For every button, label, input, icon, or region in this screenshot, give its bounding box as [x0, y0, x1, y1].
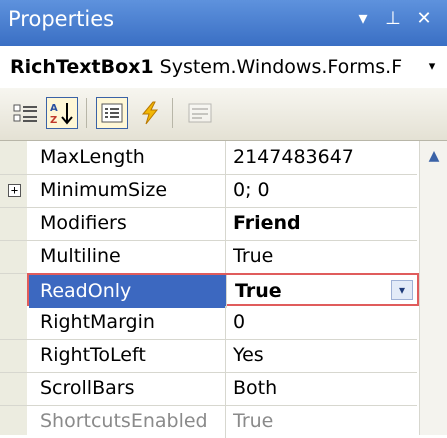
- property-pages-button[interactable]: [184, 97, 216, 129]
- events-icon: [141, 101, 159, 125]
- column-divider: [225, 174, 226, 207]
- object-selector-arrow[interactable]: ▾: [423, 52, 441, 82]
- properties-button[interactable]: [96, 97, 128, 129]
- property-row-maxlength[interactable]: MaxLength 2147483647: [0, 141, 417, 175]
- property-value[interactable]: True: [233, 405, 413, 438]
- property-name: RightMargin: [40, 311, 155, 333]
- column-divider: [225, 372, 226, 405]
- property-value[interactable]: Both: [233, 372, 413, 405]
- property-value[interactable]: 2147483647: [233, 141, 413, 174]
- property-row-righttoleft[interactable]: RightToLeft Yes: [0, 339, 417, 373]
- pin-icon[interactable]: ⊥: [382, 4, 404, 34]
- toolbar-separator: [172, 98, 173, 128]
- property-name: Modifiers: [40, 212, 127, 234]
- column-divider: [225, 240, 226, 273]
- events-button[interactable]: [134, 97, 166, 129]
- column-divider: [225, 405, 226, 438]
- property-name: RightToLeft: [40, 344, 146, 366]
- property-value[interactable]: 0: [233, 306, 413, 339]
- property-row-modifiers[interactable]: Modifiers Friend: [0, 207, 417, 241]
- property-row-scrollbars[interactable]: ScrollBars Both: [0, 372, 417, 406]
- categorized-button[interactable]: [10, 97, 42, 129]
- categorized-icon: [13, 104, 37, 122]
- object-selector-text[interactable]: RichTextBox1 System.Windows.Forms.F: [10, 52, 426, 82]
- column-divider: [225, 141, 226, 174]
- property-value[interactable]: 0; 0: [233, 174, 413, 207]
- column-divider: [226, 275, 227, 308]
- property-grid: MaxLength 2147483647 + MinimumSize 0; 0 …: [0, 141, 447, 438]
- property-value[interactable]: Yes: [233, 339, 413, 372]
- panel-title: Properties: [8, 7, 115, 31]
- property-row-shortcutsenabled[interactable]: ShortcutsEnabled True: [0, 405, 417, 438]
- property-pages-icon: [188, 103, 212, 123]
- svg-text:Z: Z: [50, 115, 57, 126]
- column-divider: [225, 339, 226, 372]
- scroll-up-icon[interactable]: ▲: [423, 145, 445, 167]
- property-name: ScrollBars: [40, 377, 135, 399]
- properties-toolbar: A Z: [0, 88, 447, 141]
- close-button[interactable]: ✕: [413, 4, 435, 34]
- property-row-readonly[interactable]: ReadOnly True ▾: [27, 273, 419, 308]
- properties-icon: [101, 103, 123, 123]
- vertical-scrollbar[interactable]: ▲: [419, 141, 447, 435]
- property-row-minimumsize[interactable]: + MinimumSize 0; 0: [0, 174, 417, 208]
- property-name: MinimumSize: [40, 179, 168, 201]
- property-row-multiline[interactable]: Multiline True: [0, 240, 417, 274]
- property-name: MaxLength: [40, 146, 145, 168]
- property-name: ShortcutsEnabled: [40, 410, 208, 432]
- alphabetical-icon: A Z: [50, 103, 73, 126]
- property-value[interactable]: True: [233, 240, 413, 273]
- property-value[interactable]: Friend: [233, 207, 413, 240]
- object-selector[interactable]: RichTextBox1 System.Windows.Forms.F ▾: [0, 46, 447, 89]
- property-name: Multiline: [40, 245, 121, 267]
- property-name: ReadOnly: [29, 275, 226, 308]
- chevron-down-icon[interactable]: ▾: [391, 280, 413, 300]
- svg-text:A: A: [50, 103, 58, 114]
- properties-titlebar: Properties ▾ ⊥ ✕: [0, 0, 447, 46]
- column-divider: [225, 306, 226, 339]
- property-row-rightmargin[interactable]: RightMargin 0: [0, 306, 417, 340]
- object-type: System.Windows.Forms.F: [159, 56, 403, 78]
- object-name: RichTextBox1: [10, 56, 154, 78]
- alphabetical-button[interactable]: A Z: [46, 97, 78, 129]
- property-value[interactable]: True: [235, 275, 415, 308]
- expand-icon[interactable]: +: [8, 184, 21, 197]
- window-menu-button[interactable]: ▾: [352, 4, 374, 34]
- column-divider: [225, 207, 226, 240]
- toolbar-separator: [86, 98, 87, 128]
